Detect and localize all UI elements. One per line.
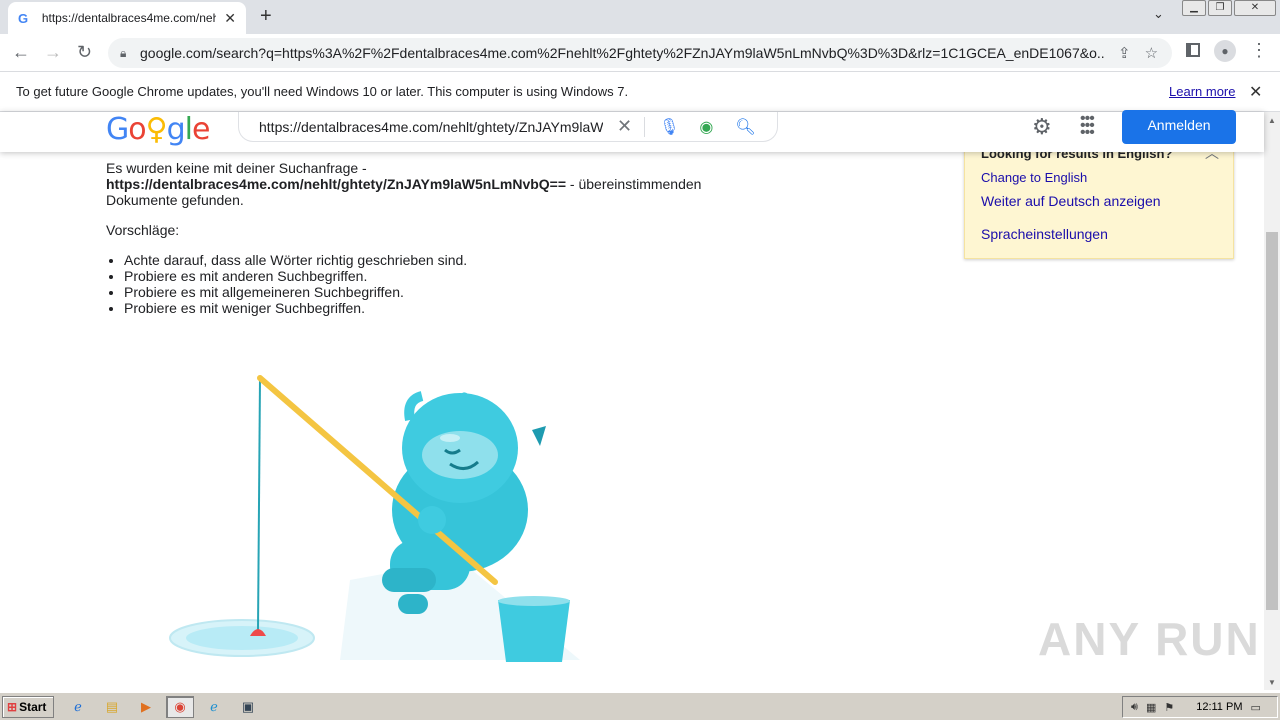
list-item: Probiere es mit allgemeineren Suchbegrif… [124,284,806,300]
action-center-flag-icon[interactable]: ⚑ [1164,701,1174,714]
lock-icon[interactable]: 🔒︎ [120,46,140,61]
change-to-english-link[interactable]: Change to English [981,170,1087,185]
show-desktop-icon[interactable]: ▭ [1251,701,1261,714]
list-item: Probiere es mit anderen Suchbegriffen. [124,268,806,284]
internet-explorer-icon[interactable]: ℯ [64,696,92,718]
microphone-icon[interactable]: 🎙︎ [659,117,679,137]
update-infobar: To get future Google Chrome updates, you… [0,72,1280,112]
search-input[interactable]: https://dentalbraces4me.com/nehlt/ghtety… [259,119,603,135]
minimize-icon[interactable]: ▁ [1182,0,1206,16]
app-window-icon[interactable]: ▣ [234,696,262,718]
chrome-icon[interactable]: ◉ [166,696,194,718]
no-results-line2: https://dentalbraces4me.com/nehlt/ghtety… [106,176,806,192]
reload-icon[interactable]: ↻ [77,42,92,63]
new-tab-icon[interactable]: + [260,5,272,28]
back-icon[interactable]: ← [12,42,30,63]
continue-german-link[interactable]: Weiter auf Deutsch anzeigen [981,193,1161,209]
list-item: Achte darauf, dass alle Wörter richtig g… [124,252,806,268]
suggestions-list: Achte darauf, dass alle Wörter richtig g… [106,252,806,316]
infobar-message: To get future Google Chrome updates, you… [16,84,629,99]
no-results-message: Es wurden keine mit deiner Suchanfrage -… [106,160,806,316]
fishing-monster-illustration [169,375,580,662]
folder-icon[interactable]: ▤ [98,696,126,718]
lens-camera-icon[interactable]: ◉ [699,117,713,137]
close-infobar-icon[interactable]: ✕ [1249,82,1262,102]
side-panel-icon[interactable] [1186,43,1200,57]
menu-kebab-icon[interactable]: ⋮ [1250,40,1268,61]
language-settings-link[interactable]: Spracheinstellungen [981,226,1108,242]
scroll-down-icon[interactable]: ▼ [1268,678,1276,687]
edge-icon[interactable]: ℯ [200,696,228,718]
watermark: ANY RUN [1038,613,1261,665]
network-icon[interactable]: ▦ [1146,701,1156,714]
apps-grid-icon[interactable]: ••• ••• ••• [1080,111,1095,141]
clock[interactable]: 12:11 PM [1196,701,1242,713]
browser-toolbar: ← → ↻ 🔒︎ google.com/search?q=https%3A%2F… [0,34,1280,72]
close-tab-icon[interactable]: ✕ [224,10,236,27]
media-player-icon[interactable]: ▶ [132,696,160,718]
query-bold: https://dentalbraces4me.com/nehlt/ghtety… [106,176,567,192]
forward-icon[interactable]: → [44,42,62,63]
learn-more-link[interactable]: Learn more [1169,84,1235,99]
window-controls: ▁ ❐ ✕ [1182,0,1278,16]
signin-button[interactable]: Anmelden [1122,110,1236,144]
suggestions-title: Vorschläge: [106,222,180,238]
restore-icon[interactable]: ❐ [1208,0,1232,16]
google-favicon-icon: G [18,10,29,26]
bookmark-star-icon[interactable]: ☆ [1145,44,1158,62]
google-logo[interactable]: Go♀gle [106,112,210,147]
scrollbar-thumb[interactable] [1266,232,1278,610]
no-results-line1: Es wurden keine mit deiner Suchanfrage - [106,160,367,176]
windows-taskbar: ⊞ Start ℯ ▤ ▶ ◉ ℯ ▣ 🔊︎ ▦ ⚑ 12:11 PM ▭ [0,692,1280,720]
chevron-down-icon[interactable]: ⌄ [1153,6,1164,22]
no-results-line3: Dokumente gefunden. [106,192,244,208]
profile-avatar-icon[interactable]: ● [1214,40,1236,62]
close-window-icon[interactable]: ✕ [1234,0,1276,16]
browser-tab[interactable]: G https://dentalbraces4me.com/nehlt/g ✕ [8,2,246,34]
tab-title: https://dentalbraces4me.com/nehlt/g [41,11,217,25]
windows-flag-icon: ⊞ [7,700,18,714]
gear-icon[interactable]: ⚙ [1032,114,1052,140]
no-results-suffix: - übereinstimmenden [566,176,702,192]
start-button[interactable]: ⊞ Start [2,696,54,718]
address-bar[interactable]: 🔒︎ google.com/search?q=https%3A%2F%2Fden… [108,38,1172,68]
volume-icon[interactable]: 🔊︎ [1131,701,1138,714]
share-icon[interactable]: ⇪ [1118,44,1131,62]
search-box[interactable]: https://dentalbraces4me.com/nehlt/ghtety… [238,112,778,142]
list-item: Probiere es mit weniger Suchbegriffen. [124,300,806,316]
start-label: Start [19,700,47,714]
scroll-up-icon[interactable]: ▲ [1268,116,1276,125]
url-text: google.com/search?q=https%3A%2F%2Fdental… [140,45,1104,61]
language-suggestion-box: Looking for results in English? ︿ Change… [964,138,1234,259]
google-header: Go♀gle https://dentalbraces4me.com/nehlt… [0,110,1264,152]
clear-search-icon[interactable]: ✕ [617,116,632,137]
vertical-scrollbar[interactable]: ▲ ▼ [1264,112,1280,690]
search-icon[interactable]: 🔍︎ [735,117,755,137]
tab-strip: G https://dentalbraces4me.com/nehlt/g ✕ … [0,0,1280,34]
search-divider [644,116,646,137]
system-tray: 🔊︎ ▦ ⚑ 12:11 PM ▭ [1122,696,1278,718]
